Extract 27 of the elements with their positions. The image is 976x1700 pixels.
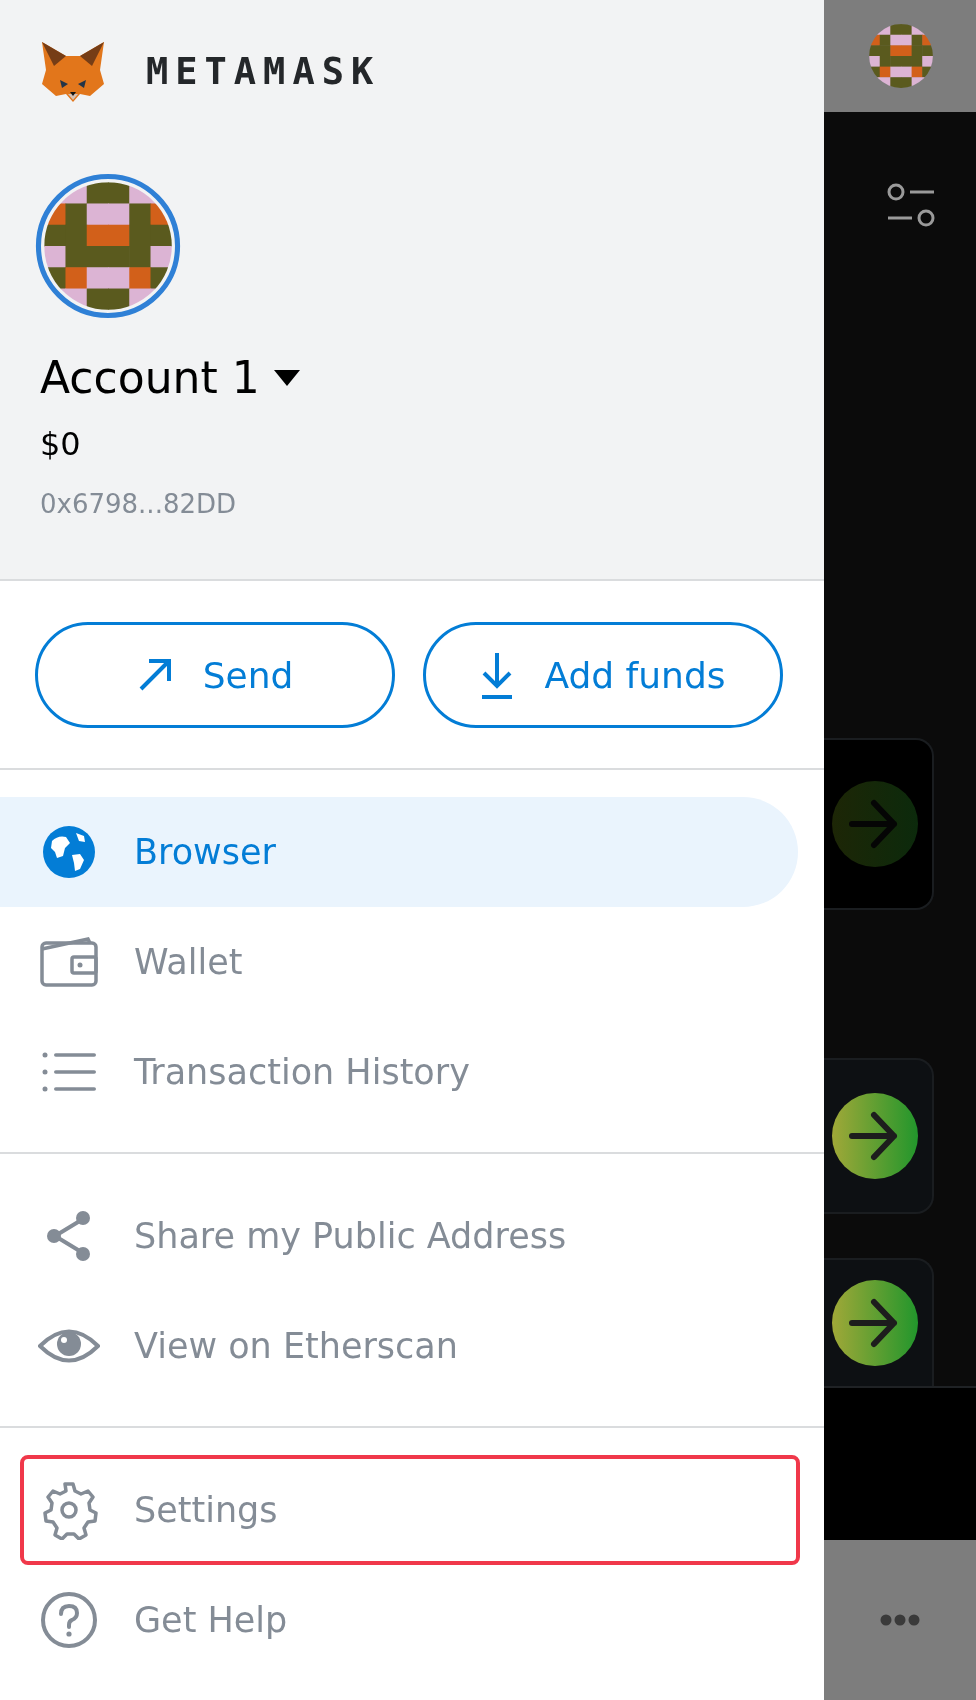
menu-item[interactable]: View on Etherscan	[0, 1291, 798, 1401]
eye-icon	[38, 1327, 100, 1365]
arrow-circle-icon	[832, 781, 918, 867]
filter-icon	[886, 182, 936, 228]
help-icon	[40, 1591, 98, 1649]
send-button[interactable]: Send	[35, 622, 395, 728]
brand-name: METAMASK	[146, 49, 381, 93]
account-address: 0x6798...82DD	[40, 489, 236, 519]
wallet-icon	[40, 937, 98, 987]
menu-item[interactable]: Transaction History	[0, 1017, 798, 1127]
list-icon	[42, 1052, 96, 1092]
balance: $0	[40, 425, 81, 463]
arrow-circle-icon	[832, 1093, 918, 1179]
menu-item[interactable]: Browser	[0, 797, 798, 907]
fox-logo-icon	[40, 40, 106, 102]
add-funds-button[interactable]: Add funds	[423, 622, 783, 728]
download-icon	[480, 651, 515, 699]
menu-item[interactable]: Wallet	[0, 907, 798, 1017]
caret-icon[interactable]	[273, 369, 300, 386]
menu-item[interactable]: Settings	[20, 1455, 800, 1565]
arrow-circle-icon	[832, 1280, 918, 1366]
globe-icon	[42, 825, 96, 879]
share-icon	[45, 1210, 93, 1262]
more-icon	[880, 1614, 920, 1626]
menu-item[interactable]: Share my Public Address	[0, 1181, 798, 1291]
menu-item[interactable]: Get Help	[0, 1565, 798, 1675]
account-name[interactable]: Account 1	[40, 352, 260, 403]
